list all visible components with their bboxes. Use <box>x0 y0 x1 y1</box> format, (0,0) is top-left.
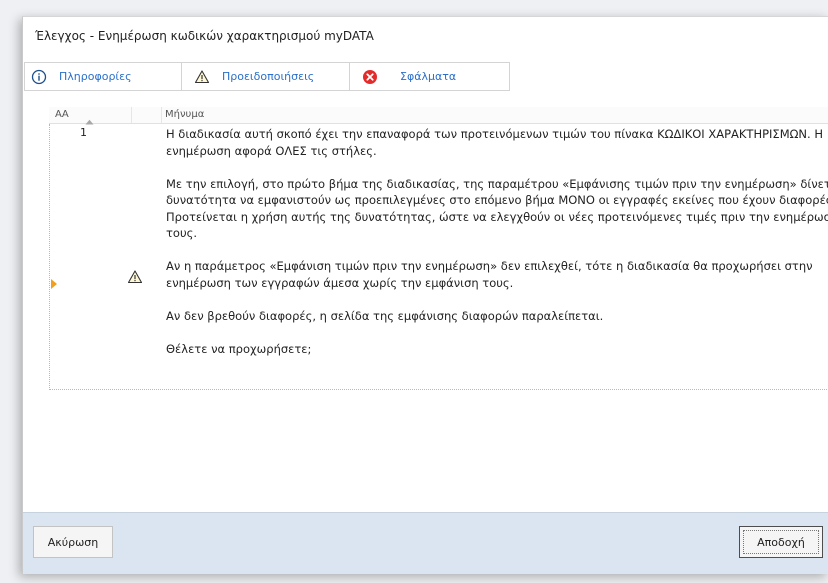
tab-information[interactable]: Πληροφορίες <box>25 63 182 90</box>
column-divider <box>161 107 162 123</box>
tab-warnings-label: Προειδοποιήσεις <box>222 70 315 83</box>
cancel-button[interactable]: Ακύρωση <box>33 526 113 558</box>
message-paragraph: Αν η παράμετρος «Εμφάνιση τιμών πριν την… <box>166 259 813 290</box>
tab-errors-label: Σφάλματα <box>400 70 457 83</box>
cell-aa: 1 <box>80 126 87 139</box>
warning-icon <box>194 69 210 85</box>
message-paragraph: Θέλετε να προχωρήσετε; <box>166 341 312 356</box>
column-divider <box>131 107 132 123</box>
messages-grid: ΑΑ Μήνυμα 1 Η διαδικασία αυτή σκοπό έχει… <box>31 107 828 391</box>
message-paragraph: Αν δεν βρεθούν διαφορές, η σελίδα της εμ… <box>166 308 604 323</box>
row-indicator-icon <box>51 274 57 293</box>
grid-header: ΑΑ Μήνυμα <box>49 107 828 125</box>
tab-errors[interactable]: Σφάλματα <box>350 63 509 90</box>
message-paragraph: Με την επιλογή, στο πρώτο βήμα της διαδι… <box>166 176 828 241</box>
table-row[interactable]: 1 Η διαδικασία αυτή σκοπό έχει την επανα… <box>49 124 828 390</box>
accept-button-label: Αποδοχή <box>743 530 819 554</box>
column-header-aa[interactable]: ΑΑ <box>55 109 69 120</box>
error-icon <box>362 69 378 85</box>
tab-warnings[interactable]: Προειδοποιήσεις <box>182 63 350 90</box>
accept-button[interactable]: Αποδοχή <box>739 526 823 558</box>
window-title: Έλεγχος - Ενημέρωση κωδικών χαρακτηρισμο… <box>35 29 374 43</box>
dialog-window: Έλεγχος - Ενημέρωση κωδικών χαρακτηρισμο… <box>22 16 828 574</box>
message-paragraph: Η διαδικασία αυτή σκοπό έχει την επαναφο… <box>166 127 823 158</box>
dialog-footer: Ακύρωση Αποδοχή <box>23 512 828 574</box>
message-type-tabs: Πληροφορίες Προειδοποιήσεις Σφάλματα <box>24 62 510 91</box>
warning-icon <box>127 269 143 289</box>
cell-message: Η διαδικασία αυτή σκοπό έχει την επαναφο… <box>166 126 828 357</box>
tab-information-label: Πληροφορίες <box>59 70 132 83</box>
info-icon <box>31 69 47 85</box>
column-header-message[interactable]: Μήνυμα <box>165 109 204 120</box>
title-bar: Έλεγχος - Ενημέρωση κωδικών χαρακτηρισμο… <box>23 17 828 55</box>
